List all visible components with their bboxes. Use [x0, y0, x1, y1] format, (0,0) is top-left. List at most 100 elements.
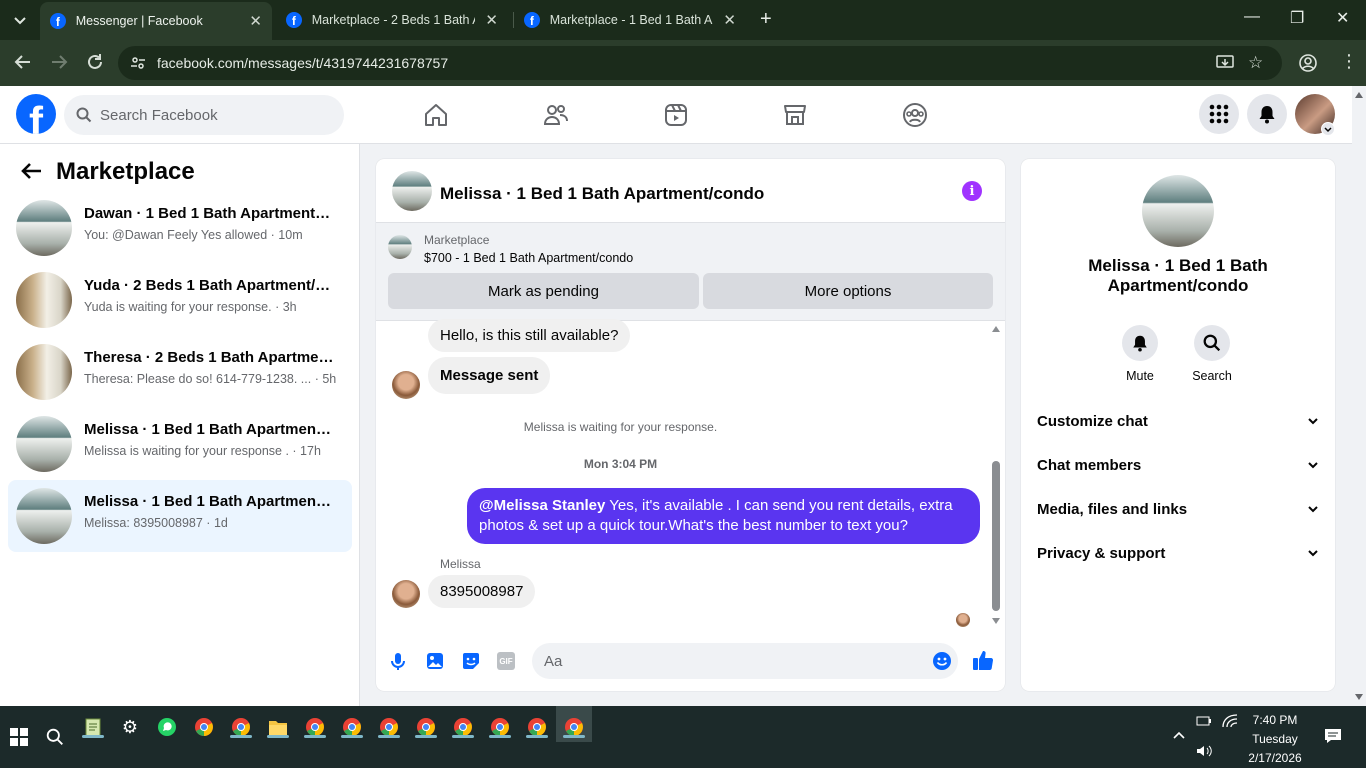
chat-avatar[interactable]: [392, 171, 432, 211]
media-files-links-section[interactable]: Media, files and links: [1037, 491, 1319, 527]
scroll-down-icon[interactable]: [1355, 694, 1363, 700]
section-label: Customize chat: [1037, 412, 1148, 430]
listing-thumbnail: [16, 344, 72, 400]
back-arrow-icon[interactable]: [14, 53, 32, 71]
scroll-up-icon[interactable]: [992, 326, 1000, 332]
clock[interactable]: 7:40 PM Tuesday 2/17/2026: [1240, 711, 1310, 768]
video-icon[interactable]: [663, 102, 689, 128]
battery-icon[interactable]: [1196, 716, 1212, 726]
scroll-down-icon[interactable]: [992, 618, 1000, 624]
tab-marketplace-1bed[interactable]: f Marketplace - 1 Bed 1 Bath Apartment ✕: [514, 4, 746, 36]
window-close-button[interactable]: ✕: [1336, 8, 1349, 28]
search-box[interactable]: [64, 95, 344, 135]
search-label: Search: [1192, 369, 1232, 383]
running-indicator: [341, 735, 363, 738]
message-composer: GIF: [376, 639, 1005, 691]
sticker-icon[interactable]: [461, 652, 481, 670]
close-icon[interactable]: ✕: [249, 12, 262, 30]
waiting-status-text: Melissa is waiting for your response.: [523, 420, 718, 434]
back-arrow-icon[interactable]: [20, 162, 42, 180]
volume-icon[interactable]: [1196, 744, 1212, 758]
page-scrollbar[interactable]: [1352, 86, 1366, 706]
bell-icon: [1122, 325, 1158, 361]
site-settings-icon[interactable]: [130, 55, 146, 71]
section-label: Media, files and links: [1037, 500, 1188, 518]
chat-members-section[interactable]: Chat members: [1037, 447, 1319, 483]
notifications-button[interactable]: [1247, 94, 1287, 134]
listing-title[interactable]: $700 - 1 Bed 1 Bath Apartment/condo: [424, 251, 633, 265]
conversation-preview: You: @Dawan Feely Yes allowed · 10m: [84, 228, 303, 242]
new-tab-button[interactable]: +: [760, 8, 772, 31]
mention[interactable]: @Melissa Stanley: [479, 497, 605, 514]
conversation-preview: Melissa is waiting for your response . ·…: [84, 444, 321, 458]
gif-icon[interactable]: GIF: [497, 652, 515, 670]
browser-menu-icon[interactable]: ⋮: [1340, 52, 1358, 70]
chat-scrollbar[interactable]: [989, 324, 1003, 629]
listing-thumbnail[interactable]: [388, 235, 412, 259]
conversation-item[interactable]: Melissa · 1 Bed 1 Bath Apartment/condo M…: [8, 408, 352, 480]
marketplace-label: Marketplace: [424, 233, 490, 247]
message-input-box[interactable]: [532, 643, 958, 679]
close-icon[interactable]: ✕: [485, 11, 498, 29]
groups-icon[interactable]: [902, 102, 928, 128]
search-icon: [76, 107, 92, 123]
home-icon[interactable]: [423, 102, 449, 128]
search-input[interactable]: [100, 95, 330, 135]
reload-icon[interactable]: [86, 53, 104, 71]
profile-icon[interactable]: [1298, 53, 1318, 73]
listing-thumbnail: [16, 416, 72, 472]
whatsapp-icon[interactable]: [152, 712, 182, 742]
chat-title[interactable]: Melissa · 1 Bed 1 Bath Apartment/condo: [440, 184, 764, 204]
facebook-favicon-icon: f: [50, 13, 66, 29]
my-message-bubble: @Melissa Stanley Yes, it's available . I…: [467, 488, 980, 544]
tab-marketplace-2beds[interactable]: f Marketplace - 2 Beds 1 Bath Apartment …: [276, 4, 508, 36]
search-icon: [1194, 325, 1230, 361]
account-chevron-icon[interactable]: [1321, 122, 1335, 136]
read-receipt-avatar: [956, 613, 970, 627]
chrome-icon[interactable]: [189, 712, 219, 742]
taskbar-search-icon[interactable]: [40, 722, 70, 752]
chevron-up-icon[interactable]: [1172, 730, 1186, 740]
install-app-icon[interactable]: [1216, 54, 1234, 72]
conversation-item-selected[interactable]: Melissa · 1 Bed 1 Bath Apartment/condo M…: [8, 480, 352, 552]
section-label: Privacy & support: [1037, 544, 1166, 562]
restore-button[interactable]: ❐: [1290, 8, 1304, 28]
thumbs-up-icon[interactable]: [972, 649, 994, 671]
wifi-icon[interactable]: [1222, 714, 1238, 728]
conversation-item[interactable]: Theresa · 2 Beds 1 Bath Apartment/condo …: [8, 336, 352, 408]
message-input[interactable]: [544, 643, 914, 679]
facebook-logo[interactable]: f: [16, 94, 56, 134]
mark-as-pending-button[interactable]: Mark as pending: [388, 273, 699, 309]
notification-center-icon[interactable]: [1324, 728, 1342, 744]
sender-name: Melissa: [440, 557, 481, 571]
friends-icon[interactable]: [543, 102, 569, 128]
conversation-item[interactable]: Dawan · 1 Bed 1 Bath Apartment/condo You…: [8, 192, 352, 264]
scroll-thumb[interactable]: [992, 461, 1000, 611]
privacy-support-section[interactable]: Privacy & support: [1037, 535, 1319, 571]
details-name: Melissa · 1 Bed 1 Bath Apartment/condo: [1088, 256, 1268, 295]
settings-gear-icon[interactable]: ⚙: [115, 712, 145, 742]
address-bar[interactable]: facebook.com/messages/t/4319744231678757…: [118, 46, 1282, 80]
conversation-item[interactable]: Yuda · 2 Beds 1 Bath Apartment/condo Yud…: [8, 264, 352, 336]
search-conversation-button[interactable]: Search: [1182, 325, 1242, 383]
customize-chat-section[interactable]: Customize chat: [1037, 403, 1319, 439]
info-icon[interactable]: i: [962, 181, 982, 201]
windows-start-icon[interactable]: [4, 722, 34, 752]
bookmark-star-icon[interactable]: ☆: [1248, 53, 1263, 73]
details-avatar[interactable]: [1142, 175, 1214, 247]
close-icon[interactable]: ✕: [723, 11, 736, 29]
scroll-up-icon[interactable]: [1355, 92, 1363, 98]
photo-icon[interactable]: [426, 652, 444, 670]
menu-grid-button[interactable]: [1199, 94, 1239, 134]
tab-messenger[interactable]: f Messenger | Facebook ✕: [40, 2, 272, 40]
mute-button[interactable]: Mute: [1110, 325, 1170, 383]
chat-details-panel: Melissa · 1 Bed 1 Bath Apartment/condo M…: [1021, 159, 1335, 691]
message-timestamp: Mon 3:04 PM: [583, 457, 658, 471]
tab-search-chevron-icon[interactable]: [10, 10, 30, 30]
forward-arrow-icon[interactable]: [50, 53, 68, 71]
emoji-icon[interactable]: [932, 651, 952, 671]
more-options-button[interactable]: More options: [703, 273, 993, 309]
marketplace-icon[interactable]: [782, 102, 808, 128]
microphone-icon[interactable]: [390, 652, 406, 670]
minimize-button[interactable]: —: [1244, 8, 1260, 26]
